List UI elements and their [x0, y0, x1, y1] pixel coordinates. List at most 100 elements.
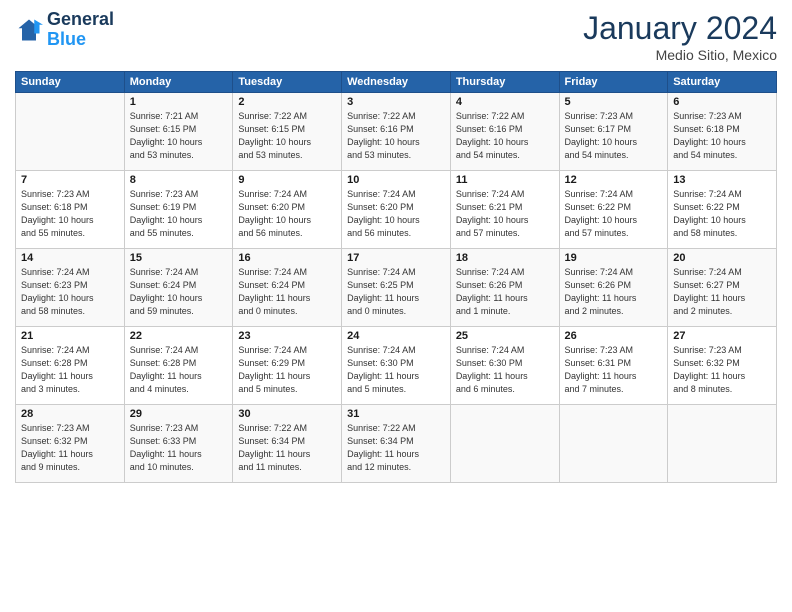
calendar-cell: 29 Sunrise: 7:23 AMSunset: 6:33 PMDayligh… [124, 405, 233, 483]
day-number: 8 [130, 174, 228, 186]
calendar-cell: 24 Sunrise: 7:24 AMSunset: 6:30 PMDayligh… [342, 327, 451, 405]
calendar-cell: 19 Sunrise: 7:24 AMSunset: 6:26 PMDayligh… [559, 249, 668, 327]
day-number: 22 [130, 330, 228, 342]
day-info: Sunrise: 7:24 AMSunset: 6:23 PMDaylight:… [21, 266, 119, 318]
day-number: 27 [673, 330, 771, 342]
calendar-cell: 28 Sunrise: 7:23 AMSunset: 6:32 PMDayligh… [16, 405, 125, 483]
calendar-cell: 13 Sunrise: 7:24 AMSunset: 6:22 PMDayligh… [668, 171, 777, 249]
calendar-cell: 9 Sunrise: 7:24 AMSunset: 6:20 PMDaylight… [233, 171, 342, 249]
calendar-cell: 17Sunrise: 7:24 AMSunset: 6:25 PMDayligh… [342, 249, 451, 327]
day-number: 5 [565, 96, 663, 108]
day-info: Sunrise: 7:23 AMSunset: 6:19 PMDaylight:… [130, 188, 228, 240]
day-info: Sunrise: 7:23 AMSunset: 6:33 PMDaylight:… [130, 422, 228, 474]
calendar-cell: 27 Sunrise: 7:23 AMSunset: 6:32 PMDayligh… [668, 327, 777, 405]
day-number: 9 [238, 174, 336, 186]
day-info: Sunrise: 7:24 AMSunset: 6:29 PMDaylight:… [238, 344, 336, 396]
day-info: Sunrise: 7:24 AMSunset: 6:28 PMDaylight:… [130, 344, 228, 396]
day-info: Sunrise: 7:22 AMSunset: 6:16 PMDaylight:… [347, 110, 445, 162]
location-subtitle: Medio Sitio, Mexico [583, 47, 777, 63]
day-number: 2 [238, 96, 336, 108]
calendar-cell: 31 Sunrise: 7:22 AMSunset: 6:34 PMDayligh… [342, 405, 451, 483]
day-info: Sunrise: 7:24 AMSunset: 6:20 PMDaylight:… [347, 188, 445, 240]
day-number: 15 [130, 252, 228, 264]
day-info: Sunrise: 7:23 AMSunset: 6:17 PMDaylight:… [565, 110, 663, 162]
day-info: Sunrise: 7:23 AMSunset: 6:32 PMDaylight:… [673, 344, 771, 396]
day-number: 28 [21, 408, 119, 420]
day-number: 19 [565, 252, 663, 264]
day-number: 3 [347, 96, 445, 108]
day-number: 23 [238, 330, 336, 342]
day-info: Sunrise: 7:21 AMSunset: 6:15 PMDaylight:… [130, 110, 228, 162]
day-info: Sunrise: 7:24 AMSunset: 6:30 PMDaylight:… [456, 344, 554, 396]
col-header-saturday: Saturday [668, 72, 777, 93]
col-header-wednesday: Wednesday [342, 72, 451, 93]
calendar-cell: 3 Sunrise: 7:22 AMSunset: 6:16 PMDaylight… [342, 93, 451, 171]
day-info: Sunrise: 7:23 AMSunset: 6:31 PMDaylight:… [565, 344, 663, 396]
logo-icon [15, 16, 43, 44]
calendar-cell: 30Sunrise: 7:22 AMSunset: 6:34 PMDayligh… [233, 405, 342, 483]
calendar-cell: 16 Sunrise: 7:24 AMSunset: 6:24 PMDayligh… [233, 249, 342, 327]
day-info: Sunrise: 7:23 AMSunset: 6:18 PMDaylight:… [21, 188, 119, 240]
day-info: Sunrise: 7:24 AMSunset: 6:27 PMDaylight:… [673, 266, 771, 318]
calendar-cell [668, 405, 777, 483]
calendar-cell [16, 93, 125, 171]
day-number: 4 [456, 96, 554, 108]
calendar-cell: 23 Sunrise: 7:24 AMSunset: 6:29 PMDayligh… [233, 327, 342, 405]
calendar-cell: 6Sunrise: 7:23 AMSunset: 6:18 PMDaylight… [668, 93, 777, 171]
day-info: Sunrise: 7:22 AMSunset: 6:34 PMDaylight:… [238, 422, 336, 474]
logo-line2: Blue [47, 30, 114, 50]
col-header-monday: Monday [124, 72, 233, 93]
day-number: 31 [347, 408, 445, 420]
day-info: Sunrise: 7:24 AMSunset: 6:22 PMDaylight:… [673, 188, 771, 240]
calendar-cell: 22 Sunrise: 7:24 AMSunset: 6:28 PMDayligh… [124, 327, 233, 405]
day-number: 10 [347, 174, 445, 186]
calendar-cell: 4 Sunrise: 7:22 AMSunset: 6:16 PMDaylight… [450, 93, 559, 171]
calendar-cell: 10 Sunrise: 7:24 AMSunset: 6:20 PMDayligh… [342, 171, 451, 249]
calendar-cell: 1 Sunrise: 7:21 AMSunset: 6:15 PMDaylight… [124, 93, 233, 171]
title-block: January 2024 Medio Sitio, Mexico [583, 10, 777, 63]
day-info: Sunrise: 7:23 AMSunset: 6:32 PMDaylight:… [21, 422, 119, 474]
day-number: 1 [130, 96, 228, 108]
day-number: 24 [347, 330, 445, 342]
day-number: 25 [456, 330, 554, 342]
col-header-tuesday: Tuesday [233, 72, 342, 93]
day-number: 7 [21, 174, 119, 186]
calendar-cell: 26 Sunrise: 7:23 AMSunset: 6:31 PMDayligh… [559, 327, 668, 405]
calendar-cell: 20 Sunrise: 7:24 AMSunset: 6:27 PMDayligh… [668, 249, 777, 327]
calendar-table: SundayMondayTuesdayWednesdayThursdayFrid… [15, 71, 777, 483]
day-info: Sunrise: 7:24 AMSunset: 6:24 PMDaylight:… [238, 266, 336, 318]
day-info: Sunrise: 7:24 AMSunset: 6:25 PMDaylight:… [347, 266, 445, 318]
day-info: Sunrise: 7:24 AMSunset: 6:21 PMDaylight:… [456, 188, 554, 240]
calendar-cell: 25 Sunrise: 7:24 AMSunset: 6:30 PMDayligh… [450, 327, 559, 405]
day-number: 18 [456, 252, 554, 264]
day-info: Sunrise: 7:24 AMSunset: 6:22 PMDaylight:… [565, 188, 663, 240]
day-number: 13 [673, 174, 771, 186]
calendar-cell: 18Sunrise: 7:24 AMSunset: 6:26 PMDayligh… [450, 249, 559, 327]
col-header-friday: Friday [559, 72, 668, 93]
calendar-cell: 14 Sunrise: 7:24 AMSunset: 6:23 PMDayligh… [16, 249, 125, 327]
day-number: 16 [238, 252, 336, 264]
day-info: Sunrise: 7:24 AMSunset: 6:30 PMDaylight:… [347, 344, 445, 396]
col-header-sunday: Sunday [16, 72, 125, 93]
calendar-cell [450, 405, 559, 483]
calendar-cell: 21Sunrise: 7:24 AMSunset: 6:28 PMDayligh… [16, 327, 125, 405]
calendar-cell: 2Sunrise: 7:22 AMSunset: 6:15 PMDaylight… [233, 93, 342, 171]
day-number: 26 [565, 330, 663, 342]
day-info: Sunrise: 7:24 AMSunset: 6:26 PMDaylight:… [565, 266, 663, 318]
day-number: 12 [565, 174, 663, 186]
calendar-cell: 11 Sunrise: 7:24 AMSunset: 6:21 PMDayligh… [450, 171, 559, 249]
day-info: Sunrise: 7:22 AMSunset: 6:16 PMDaylight:… [456, 110, 554, 162]
col-header-thursday: Thursday [450, 72, 559, 93]
day-info: Sunrise: 7:24 AMSunset: 6:20 PMDaylight:… [238, 188, 336, 240]
day-number: 14 [21, 252, 119, 264]
day-number: 29 [130, 408, 228, 420]
day-info: Sunrise: 7:24 AMSunset: 6:24 PMDaylight:… [130, 266, 228, 318]
calendar-cell: 12 Sunrise: 7:24 AMSunset: 6:22 PMDayligh… [559, 171, 668, 249]
day-number: 11 [456, 174, 554, 186]
day-number: 6 [673, 96, 771, 108]
day-info: Sunrise: 7:22 AMSunset: 6:34 PMDaylight:… [347, 422, 445, 474]
day-number: 20 [673, 252, 771, 264]
calendar-cell: 5 Sunrise: 7:23 AMSunset: 6:17 PMDaylight… [559, 93, 668, 171]
month-title: January 2024 [583, 10, 777, 47]
calendar-cell: 7 Sunrise: 7:23 AMSunset: 6:18 PMDaylight… [16, 171, 125, 249]
